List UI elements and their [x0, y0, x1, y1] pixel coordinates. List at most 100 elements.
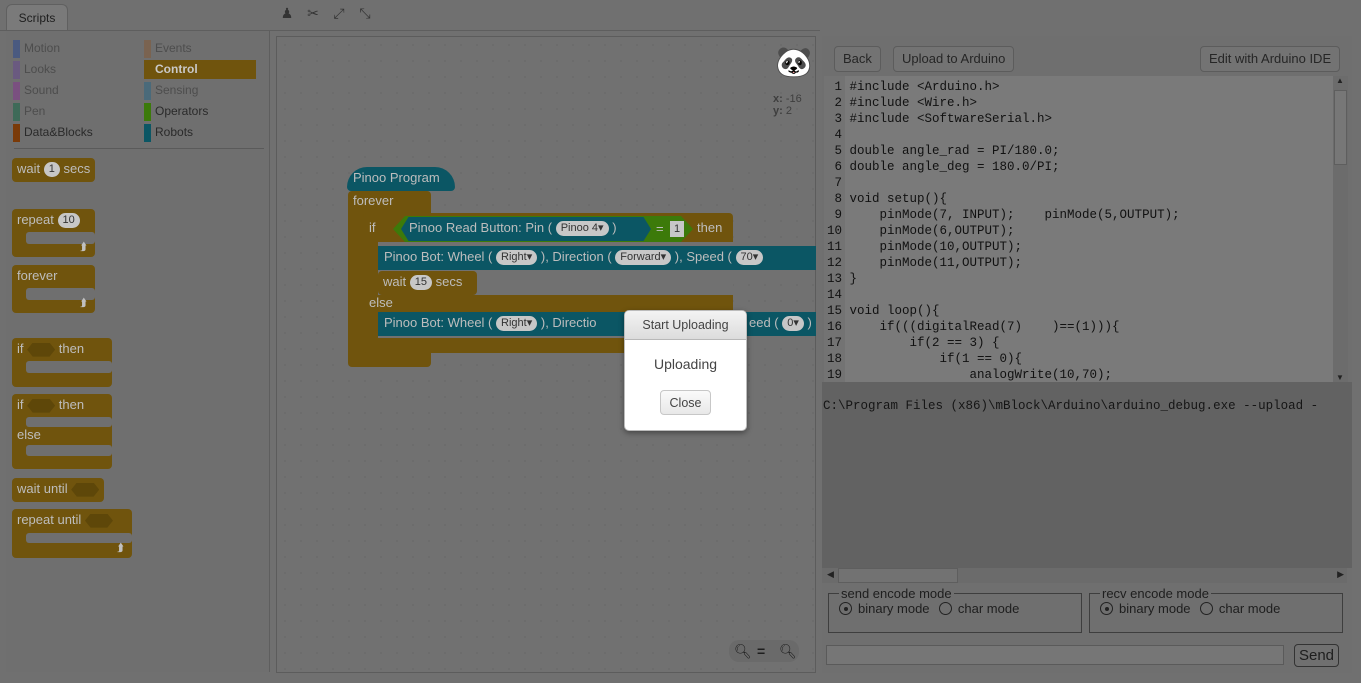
code-line: 9 pinMode(7, INPUT); pinMode(5,OUTPUT);: [834, 208, 1180, 222]
upload-to-arduino-button[interactable]: Upload to Arduino: [893, 46, 1015, 72]
code-line: 18 if(1 == 0){: [826, 352, 1023, 366]
speed-dropdown[interactable]: 0▾: [782, 316, 804, 332]
value-input[interactable]: 1: [43, 162, 60, 178]
close-button[interactable]: Close: [660, 390, 711, 415]
category-events[interactable]: Events: [144, 39, 256, 58]
loop-arrow-icon: ⮭: [117, 542, 124, 554]
block-repeat[interactable]: repeat 10 ⮭: [12, 209, 95, 257]
divider: [14, 148, 264, 149]
label: then: [697, 220, 723, 235]
zoom-reset-icon[interactable]: =: [757, 640, 765, 662]
code-line: 15 void loop(){: [826, 304, 940, 318]
block-wheel-forward[interactable]: Pinoo Bot: Wheel ( Right▾ ), Direction (…: [378, 246, 816, 270]
zoom-controls: 🔍︎ = 🔍︎: [729, 640, 799, 662]
condition-slot[interactable]: [84, 513, 113, 528]
direction-dropdown[interactable]: Forward▾: [615, 250, 672, 266]
category-data-blocks[interactable]: Data&Blocks: [13, 123, 125, 142]
label: secs: [63, 161, 91, 176]
back-button[interactable]: Back: [834, 46, 881, 72]
code-line: 17 if(2 == 3) {: [826, 336, 1000, 350]
label: repeat until: [17, 512, 82, 527]
console-output: C:\Program Files (x86)\mBlock\Arduino\ar…: [822, 382, 1352, 568]
block-if-then[interactable]: if then: [12, 338, 112, 387]
code-line: 4: [834, 128, 842, 142]
label: if: [17, 341, 24, 356]
label: if: [17, 397, 24, 412]
category-sound[interactable]: Sound: [13, 81, 125, 100]
speed-dropdown[interactable]: 70▾: [735, 250, 764, 266]
category-color-swatch: [13, 124, 20, 142]
value-input[interactable]: 10: [57, 213, 80, 229]
category-label: Data&Blocks: [24, 125, 93, 139]
label: =: [656, 221, 664, 236]
grow-icon[interactable]: ⤢: [330, 5, 348, 22]
category-label: Looks: [24, 62, 57, 76]
code-line: 6 double angle_deg = 180.0/PI;: [834, 160, 1060, 174]
pin-dropdown[interactable]: Pinoo 4▾: [555, 221, 609, 237]
category-label: Motion: [24, 41, 61, 55]
wheel-dropdown[interactable]: Right▾: [496, 250, 538, 266]
label: forever: [353, 193, 394, 208]
serial-input[interactable]: [826, 645, 1284, 665]
loop-arrow-icon: ⮭: [80, 297, 87, 309]
category-color-swatch: [144, 61, 151, 79]
category-control[interactable]: Control: [144, 60, 256, 79]
block-pinoo-program[interactable]: Pinoo Program: [347, 167, 455, 191]
code-line: 3 #include <SoftwareSerial.h>: [834, 112, 1053, 126]
send-char-radio[interactable]: [938, 602, 952, 615]
code-scrollbar[interactable]: ▲ ▼: [1333, 76, 1348, 382]
label: forever: [17, 268, 58, 283]
tab-scripts[interactable]: Scripts: [6, 4, 68, 31]
category-color-swatch: [144, 82, 151, 100]
category-label: Operators: [155, 104, 209, 118]
category-label: Sound: [24, 83, 59, 97]
block-read-button[interactable]: Pinoo Read Button: Pin ( Pinoo 4▾ ): [401, 217, 651, 241]
category-looks[interactable]: Looks: [13, 60, 125, 79]
category-motion[interactable]: Motion: [13, 39, 125, 58]
code-line: 1 #include <Arduino.h>: [834, 80, 1000, 94]
code-line: 13 }: [826, 272, 858, 286]
code-editor[interactable]: 1 #include <Arduino.h> 2 #include <Wire.h…: [824, 76, 1348, 382]
label: if: [369, 220, 376, 235]
shrink-icon[interactable]: ⤡: [356, 5, 374, 22]
category-pen[interactable]: Pen: [13, 102, 125, 121]
code-line: 19 analogWrite(10,70);: [826, 368, 1113, 382]
recv-char-radio[interactable]: [1199, 602, 1213, 615]
code-line: 14: [826, 288, 842, 302]
recv-binary-radio[interactable]: [1100, 602, 1113, 615]
wheel-dropdown[interactable]: Right▾: [496, 316, 538, 332]
label: wait: [17, 161, 41, 176]
category-label: Sensing: [155, 83, 199, 97]
zoom-out-icon[interactable]: 🔍︎: [734, 640, 752, 662]
send-button[interactable]: Send: [1294, 644, 1339, 667]
code-line: 2 #include <Wire.h>: [834, 96, 978, 110]
code-line: 5 double angle_rad = PI/180.0;: [834, 144, 1060, 158]
block-wait-until[interactable]: wait until: [12, 478, 105, 502]
category-robots[interactable]: Robots: [144, 123, 256, 142]
edit-with-arduino-ide-button[interactable]: Edit with Arduino IDE: [1200, 46, 1341, 72]
condition-slot[interactable]: [27, 342, 56, 357]
zoom-in-icon[interactable]: 🔍︎: [779, 640, 797, 662]
category-sensing[interactable]: Sensing: [144, 81, 256, 100]
upload-dialog: Start Uploading Uploading Close: [624, 310, 747, 431]
block-wheel-stop[interactable]: Pinoo Bot: Wheel ( Right▾ ), Directio ee…: [378, 312, 816, 336]
block-wait-secs[interactable]: wait 1 secs: [12, 158, 96, 182]
condition-slot[interactable]: [27, 398, 56, 413]
loop-arrow-icon: ⮭: [80, 241, 87, 253]
code-line: 10 pinMode(6,OUTPUT);: [826, 224, 1015, 238]
block-if-else[interactable]: if then else: [12, 394, 112, 469]
category-color-swatch: [13, 82, 20, 100]
console-scrollbar[interactable]: ◀ ▶: [822, 568, 1347, 583]
value-input[interactable]: 1: [670, 221, 684, 237]
block-repeat-until[interactable]: repeat until ⮭: [12, 509, 132, 558]
condition-slot[interactable]: [71, 482, 100, 497]
category-color-swatch: [13, 40, 20, 58]
code-line: 8 void setup(){: [834, 192, 948, 206]
scissors-icon[interactable]: ✂: [304, 5, 322, 22]
category-operators[interactable]: Operators: [144, 102, 256, 121]
send-binary-radio[interactable]: [839, 602, 852, 615]
block-forever[interactable]: forever ⮭: [12, 265, 95, 313]
label: repeat: [17, 212, 54, 227]
value-input[interactable]: 15: [409, 275, 432, 291]
stamp-icon[interactable]: ♟: [278, 5, 296, 22]
